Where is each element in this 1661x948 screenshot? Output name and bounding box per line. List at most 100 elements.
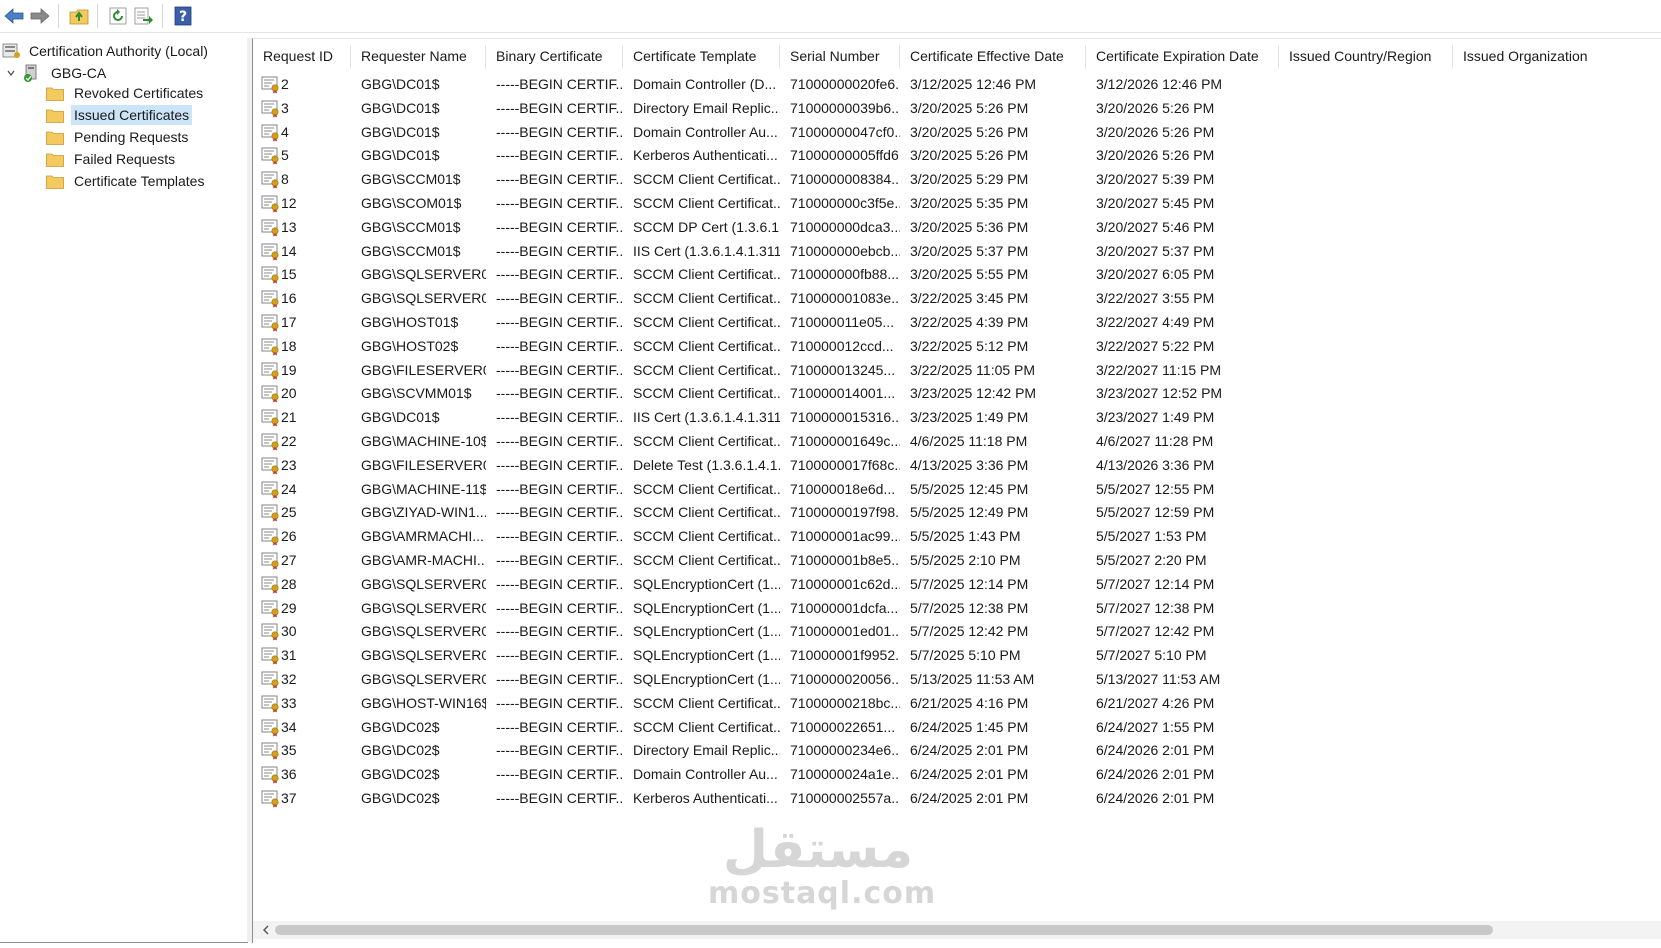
table-cell: GBG\SCVMM01$ [361,385,472,402]
chevron-down-icon[interactable] [4,66,18,80]
table-row[interactable]: 2 GBG\DC01$ -----BEGIN CERTIF... Domain Con… [253,73,1661,97]
table-cell: Directory Email Replic... [633,742,780,759]
table-cell: 5 [281,147,289,164]
table-cell: IIS Cert (1.3.6.1.4.1.311.... [633,242,780,259]
up-one-level-button[interactable] [67,4,91,28]
table-row[interactable]: 26 GBG\AMRMACHI... -----BEGIN CERTIF... SCC… [253,525,1661,549]
table-cell: 5/5/2027 12:59 PM [1096,504,1215,521]
table-row[interactable]: 19 GBG\FILESERVER0... -----BEGIN CERTIF...… [253,359,1661,383]
column-divider[interactable] [779,45,780,69]
table-row[interactable]: 18 GBG\HOST02$ -----BEGIN CERTIF... SCCM Cl… [253,335,1661,359]
table-row[interactable]: 14 GBG\SCCM01$ -----BEGIN CERTIF... IIS Cer… [253,240,1661,264]
table-cell: 8 [281,171,289,188]
table-row[interactable]: 33 GBG\HOST-WIN16$ -----BEGIN CERTIF... SCC… [253,692,1661,716]
column-divider[interactable] [1278,45,1279,69]
back-button[interactable] [2,4,26,28]
table-cell: 4/13/2026 3:36 PM [1096,456,1215,473]
column-header[interactable]: Requester Name [351,39,486,73]
column-header[interactable]: Serial Number [780,39,900,73]
table-cell: 71000000234e6... [790,742,900,759]
table-cell: 71000000005ffd6... [790,147,900,164]
table-cell: 3/23/2025 1:49 PM [910,409,1029,426]
table-row[interactable]: 3 GBG\DC01$ -----BEGIN CERTIF... Directory … [253,97,1661,121]
table-row[interactable]: 8 GBG\SCCM01$ -----BEGIN CERTIF... SCCM Cli… [253,168,1661,192]
help-button[interactable]: ? [171,4,195,28]
tree-item-certificate-templates[interactable]: Certificate Templates [46,170,207,192]
table-cell: 16 [281,290,297,307]
table-cell: 18 [281,337,297,354]
table-cell: GBG\MACHINE-11$ [361,480,486,497]
table-row[interactable]: 13 GBG\SCCM01$ -----BEGIN CERTIF... SCCM DP… [253,216,1661,240]
table-row[interactable]: 4 GBG\DC01$ -----BEGIN CERTIF... Domain Con… [253,121,1661,145]
column-header[interactable]: Certificate Expiration Date [1086,39,1279,73]
table-cell: 71000000047cf0... [790,123,900,140]
table-row[interactable]: 16 GBG\SQLSERVER0... -----BEGIN CERTIF... S… [253,287,1661,311]
export-list-button[interactable] [132,4,156,28]
table-cell: Kerberos Authenticati... [633,147,778,164]
horizontal-scrollbar[interactable] [253,921,1661,939]
table-row[interactable]: 29 GBG\SQLSERVER0... -----BEGIN CERTIF... S… [253,597,1661,621]
tree-item-failed-requests[interactable]: Failed Requests [46,148,178,170]
table-row[interactable]: 15 GBG\SQLSERVER0... -----BEGIN CERTIF... S… [253,263,1661,287]
table-cell: SCCM Client Certificat... [633,480,780,497]
table-cell: GBG\DC01$ [361,147,440,164]
table-cell: 3/20/2025 5:26 PM [910,147,1029,164]
column-divider[interactable] [1085,45,1086,69]
folder-icon [46,109,64,123]
column-divider[interactable] [622,45,623,69]
table-row[interactable]: 32 GBG\SQLSERVER0... -----BEGIN CERTIF... S… [253,668,1661,692]
forward-button[interactable] [28,4,52,28]
table-row[interactable]: 17 GBG\HOST01$ -----BEGIN CERTIF... SCCM Cl… [253,311,1661,335]
table-row[interactable]: 21 GBG\DC01$ -----BEGIN CERTIF... IIS Cert … [253,406,1661,430]
table-row[interactable]: 12 GBG\SCOM01$ -----BEGIN CERTIF... SCCM Cl… [253,192,1661,216]
table-row[interactable]: 23 GBG\FILESERVER0... -----BEGIN CERTIF...… [253,454,1661,478]
table-cell: GBG\SQLSERVER0... [361,575,486,592]
column-divider[interactable] [1452,45,1453,69]
table-row[interactable]: 5 GBG\DC01$ -----BEGIN CERTIF... Kerberos A… [253,144,1661,168]
table-row[interactable]: 27 GBG\AMR-MACHI... -----BEGIN CERTIF... SC… [253,549,1661,573]
table-row[interactable]: 20 GBG\SCVMM01$ -----BEGIN CERTIF... SCCM C… [253,382,1661,406]
scrollbar-thumb[interactable] [275,925,1493,935]
column-divider[interactable] [899,45,900,69]
tree-root[interactable]: Certification Authority (Local) [2,40,211,62]
tree-item-pending-requests[interactable]: Pending Requests [46,126,191,148]
table-row[interactable]: 37 GBG\DC02$ -----BEGIN CERTIF... Kerberos … [253,787,1661,811]
table-row[interactable]: 35 GBG\DC02$ -----BEGIN CERTIF... Directory… [253,739,1661,763]
column-header[interactable]: Request ID [253,39,351,73]
table-cell: 3/20/2026 5:26 PM [1096,147,1215,164]
column-header[interactable]: Certificate Effective Date [900,39,1086,73]
tree-item-issued-certificates[interactable]: Issued Certificates [46,104,193,126]
table-cell: Kerberos Authenticati... [633,789,778,806]
table-cell: 22 [281,432,297,449]
column-divider[interactable] [350,45,351,69]
table-cell: 3/20/2025 5:35 PM [910,194,1029,211]
column-header[interactable]: Binary Certificate [486,39,623,73]
table-row[interactable]: 31 GBG\SQLSERVER0... -----BEGIN CERTIF... S… [253,644,1661,668]
table-cell: 710000011e05... [790,313,895,330]
table-cell: 5/7/2025 12:14 PM [910,575,1029,592]
table-cell: 3/23/2027 12:52 PM [1096,385,1223,402]
table-cell: 710000002557a... [790,789,900,806]
column-divider[interactable] [485,45,486,69]
table-cell: 3/22/2027 5:22 PM [1096,337,1215,354]
table-row[interactable]: 36 GBG\DC02$ -----BEGIN CERTIF... Domain Co… [253,763,1661,787]
column-header[interactable]: Certificate Template [623,39,780,73]
folder-icon [46,175,64,189]
table-row[interactable]: 34 GBG\DC02$ -----BEGIN CERTIF... SCCM Clie… [253,716,1661,740]
table-row[interactable]: 22 GBG\MACHINE-10$ -----BEGIN CERTIF... SCC… [253,430,1661,454]
table-row[interactable]: 30 GBG\SQLSERVER0... -----BEGIN CERTIF... S… [253,620,1661,644]
table-cell: GBG\DC02$ [361,766,440,783]
table-cell: GBG\SCCM01$ [361,218,461,235]
refresh-button[interactable] [106,4,130,28]
table-cell: 6/24/2025 2:01 PM [910,766,1029,783]
table-cell: 23 [281,456,297,473]
table-cell: SCCM Client Certificat... [633,551,780,568]
table-row[interactable]: 24 GBG\MACHINE-11$ -----BEGIN CERTIF... SCC… [253,478,1661,502]
tree-item-revoked-certificates[interactable]: Revoked Certificates [46,82,206,104]
scroll-left-button[interactable] [259,923,273,937]
table-row[interactable]: 25 GBG\ZIYAD-WIN1... -----BEGIN CERTIF... S… [253,501,1661,525]
table-row[interactable]: 28 GBG\SQLSERVER0... -----BEGIN CERTIF... S… [253,573,1661,597]
column-header[interactable]: Issued Country/Region [1279,39,1453,73]
tree-ca-node[interactable]: GBG-CA [4,62,109,84]
column-header[interactable]: Issued Organization [1453,39,1661,73]
